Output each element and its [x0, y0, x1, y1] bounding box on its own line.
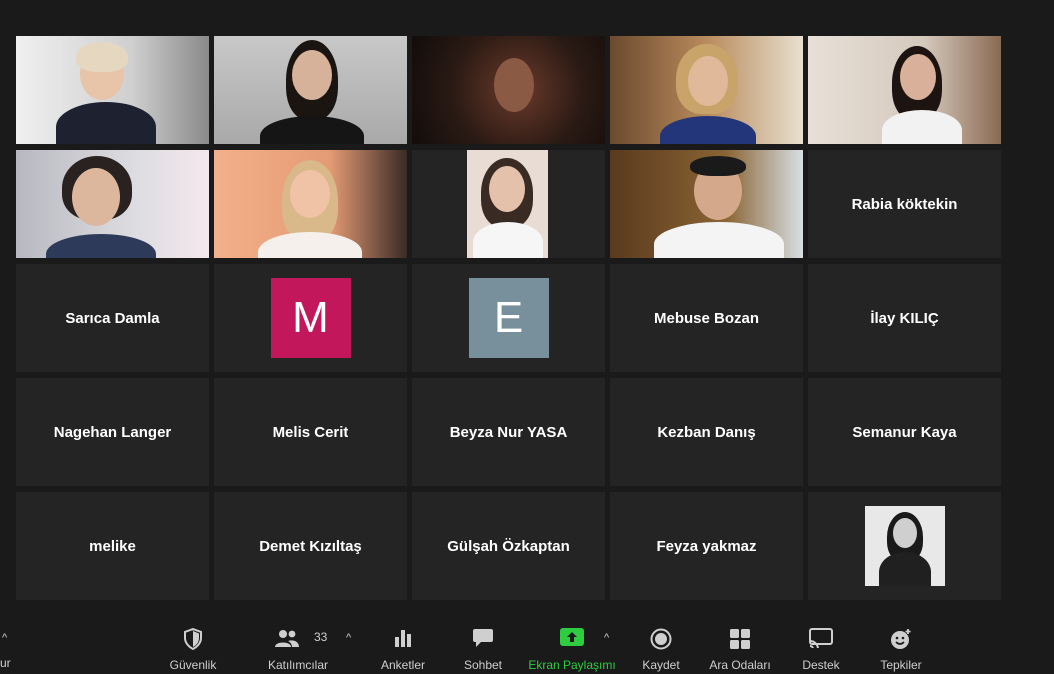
participant-name: melike: [89, 537, 136, 555]
chat-bubble-icon: [473, 629, 493, 647]
participant-tile[interactable]: Melis Cerit: [214, 378, 407, 486]
participant-name: Sarıca Damla: [65, 309, 160, 327]
participant-tile[interactable]: Rabia köktekin: [808, 150, 1001, 258]
share-screen-icon: [560, 628, 584, 646]
record-button[interactable]: Kaydet: [638, 616, 684, 674]
participant-tile-photo[interactable]: [808, 492, 1001, 600]
participant-tile[interactable]: Feyza yakmaz: [610, 492, 803, 600]
participant-name: Nagehan Langer: [53, 423, 172, 441]
record-label: Kaydet: [642, 658, 680, 672]
participant-name: Semanur Kaya: [852, 423, 957, 441]
participant-tile-avatar[interactable]: M: [214, 264, 407, 372]
security-button[interactable]: Güvenlik: [166, 616, 220, 674]
video-tile[interactable]: [412, 150, 605, 258]
breakout-rooms-button[interactable]: Ara Odaları: [708, 616, 772, 674]
bar-chart-icon: [395, 630, 411, 647]
participant-name: Gülşah Özkaptan: [447, 537, 570, 555]
reactions-button[interactable]: Tepkiler: [876, 616, 926, 674]
share-screen-label: Ekran Paylaşımı: [528, 658, 616, 672]
chat-button[interactable]: Sohbet: [458, 616, 508, 674]
participant-tile[interactable]: Beyza Nur YASA: [412, 378, 605, 486]
gallery-grid: Rabia köktekin Sarıca Damla M E Mebuse B…: [16, 36, 1002, 602]
participant-name: Demet Kızıltaş: [259, 537, 362, 555]
breakout-rooms-icon: [730, 629, 750, 649]
participants-count: 33: [314, 630, 328, 644]
participant-tile[interactable]: Kezban Danış: [610, 378, 803, 486]
participant-tile[interactable]: Semanur Kaya: [808, 378, 1001, 486]
polls-button[interactable]: Anketler: [378, 616, 428, 674]
video-tile[interactable]: [16, 150, 209, 258]
participants-icon: [275, 630, 300, 647]
participant-name: Kezban Danış: [657, 423, 756, 441]
participant-tile[interactable]: Gülşah Özkaptan: [412, 492, 605, 600]
participant-name: Mebuse Bozan: [653, 309, 759, 327]
participant-tile[interactable]: İlay KILIÇ: [808, 264, 1001, 372]
smiley-icon: [891, 629, 911, 649]
participant-tile[interactable]: Demet Kızıltaş: [214, 492, 407, 600]
video-tile[interactable]: [610, 36, 803, 144]
avatar: M: [270, 278, 351, 358]
support-button[interactable]: Destek: [798, 616, 844, 674]
participant-tile-avatar[interactable]: E: [412, 264, 605, 372]
shield-icon: [184, 628, 202, 650]
breakout-rooms-label: Ara Odaları: [709, 658, 771, 672]
participants-label: Katılımcılar: [267, 658, 328, 672]
record-icon: [650, 628, 672, 650]
participants-button[interactable]: 33 Katılımcılar: [264, 616, 332, 674]
video-tile[interactable]: [214, 150, 407, 258]
security-label: Güvenlik: [169, 658, 217, 672]
video-tile-active-speaker[interactable]: [214, 36, 407, 144]
chat-label: Sohbet: [463, 658, 503, 672]
participant-tile[interactable]: melike: [16, 492, 209, 600]
video-tile[interactable]: [610, 150, 803, 258]
participant-tile[interactable]: Nagehan Langer: [16, 378, 209, 486]
reactions-label: Tepkiler: [880, 658, 922, 672]
share-screen-button[interactable]: Ekran Paylaşımı: [528, 616, 616, 674]
participant-tile[interactable]: Sarıca Damla: [16, 264, 209, 372]
video-tile[interactable]: [808, 36, 1001, 144]
avatar: E: [468, 278, 549, 358]
participant-name: Beyza Nur YASA: [449, 423, 568, 441]
participant-name: Rabia köktekin: [851, 195, 958, 213]
profile-photo: [864, 506, 945, 586]
share-caret[interactable]: ^: [604, 632, 609, 644]
support-label: Destek: [802, 658, 840, 672]
participant-tile[interactable]: Mebuse Bozan: [610, 264, 803, 372]
left-partial-label: ur: [0, 656, 11, 670]
video-tile[interactable]: [16, 36, 209, 144]
cast-icon: [809, 628, 833, 648]
meeting-toolbar: ^ ur Güvenlik 33 Katılımcılar ^ Anketler: [0, 616, 1054, 672]
polls-label: Anketler: [380, 658, 426, 672]
left-menu-caret[interactable]: ^: [2, 632, 7, 644]
participant-name: Melis Cerit: [272, 423, 349, 441]
participant-name: İlay KILIÇ: [870, 309, 939, 327]
video-tile[interactable]: [412, 36, 605, 144]
participant-name: Feyza yakmaz: [656, 537, 757, 555]
participants-caret[interactable]: ^: [346, 632, 351, 644]
